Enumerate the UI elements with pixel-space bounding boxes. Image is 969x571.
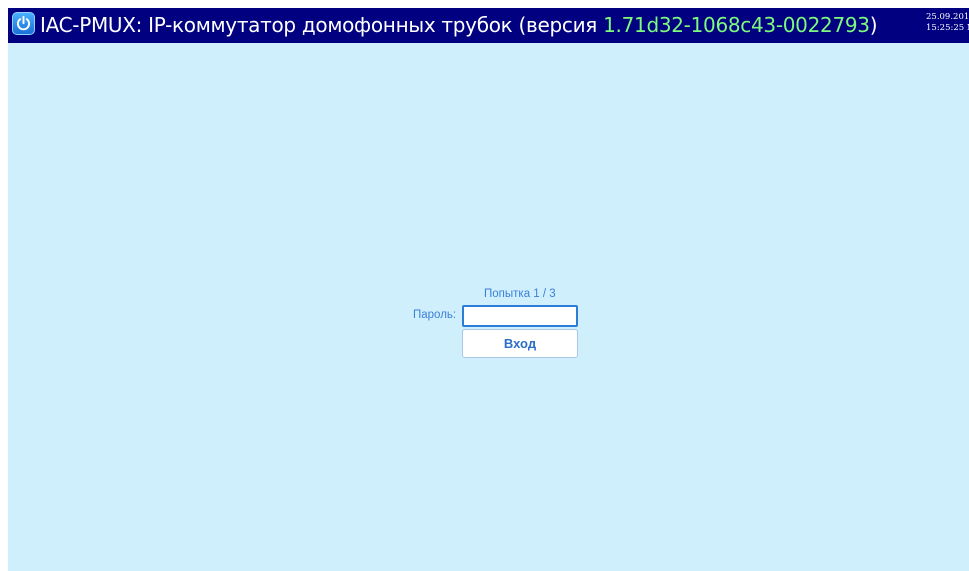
datetime-display: 25.09.201 15:25:25 M: [926, 12, 969, 34]
current-time: 15:25:25 M: [926, 23, 969, 33]
password-label: Пароль:: [413, 309, 457, 321]
power-icon[interactable]: [12, 12, 35, 35]
attempt-counter: Попытка 1 / 3: [484, 288, 556, 300]
version-number: 1.71d32-1068c43-0022793: [603, 13, 870, 37]
app-header: IAC-PMUX: IP-коммутатор домофонных трубо…: [8, 8, 969, 43]
login-button[interactable]: Вход: [462, 329, 578, 358]
app-frame: IAC-PMUX: IP-коммутатор домофонных трубо…: [8, 8, 969, 571]
app-title: IAC-PMUX: IP-коммутатор домофонных трубо…: [40, 10, 878, 41]
current-date: 25.09.201: [926, 12, 969, 22]
title-prefix: IAC-PMUX: IP-коммутатор домофонных трубо…: [40, 13, 604, 37]
title-suffix: ): [869, 13, 878, 37]
password-input[interactable]: [462, 305, 578, 327]
